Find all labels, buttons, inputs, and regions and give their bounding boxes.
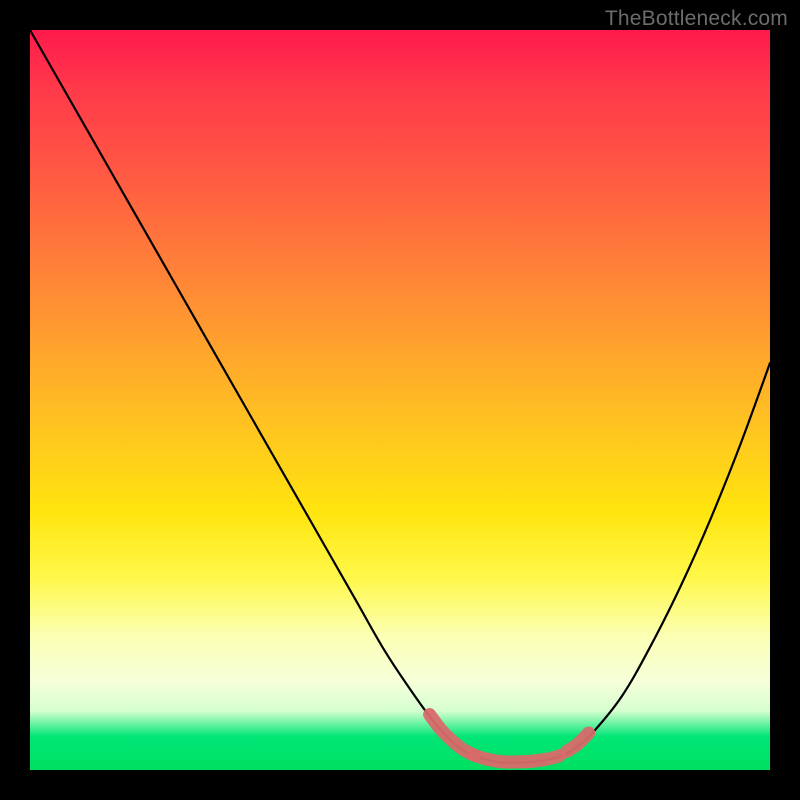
bottleneck-curve [30,30,770,763]
watermark-label: TheBottleneck.com [605,7,788,31]
highlight-right-knee [567,733,589,752]
highlight-left-knee [430,715,474,756]
chart-stage: TheBottleneck.com [0,0,800,800]
highlight-floor [474,755,559,762]
plot-area [30,30,770,770]
chart-overlay [30,30,770,770]
